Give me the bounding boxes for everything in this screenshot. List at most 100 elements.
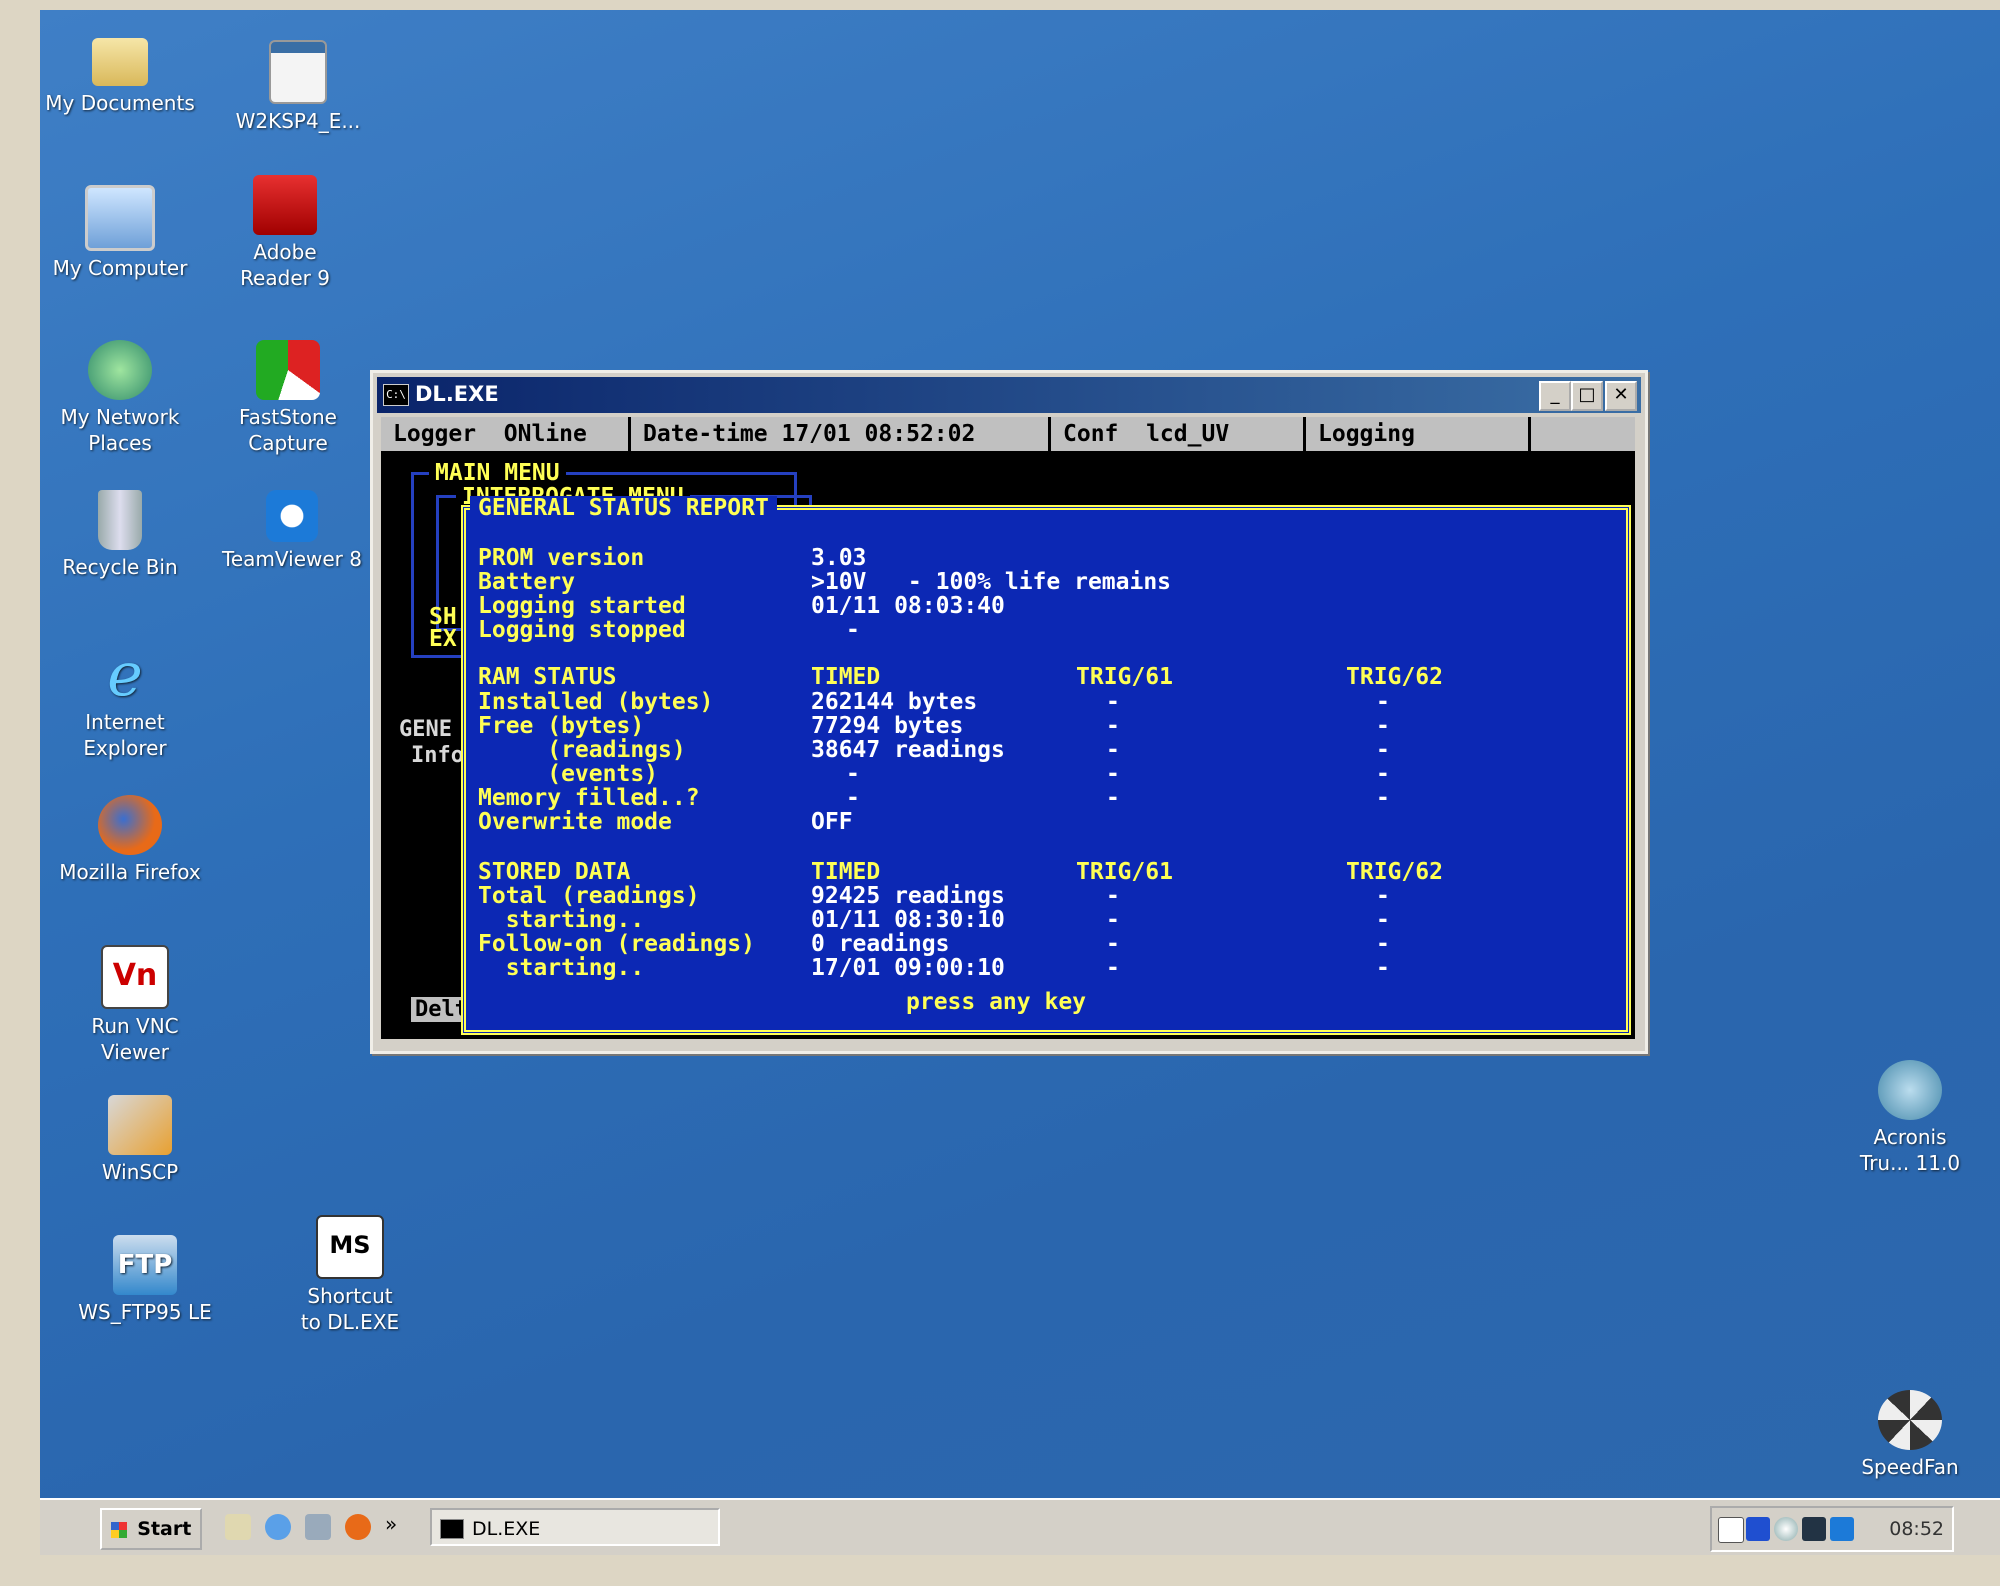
maximize-button[interactable]: □ (1571, 381, 1603, 411)
desktop-icon-winscp[interactable]: WinSCP (60, 1095, 220, 1185)
taskbar-button-dl-exe[interactable]: DL.EXE (430, 1508, 720, 1546)
ie-quicklaunch-icon[interactable] (265, 1514, 291, 1540)
stored-row-trig62: - (1376, 883, 1390, 909)
ram-row-label: (events) (478, 761, 659, 787)
desktop-icon-acronis[interactable]: Acronis Tru... 11.0 (1830, 1060, 1990, 1176)
firefox-quicklaunch-icon[interactable] (345, 1514, 371, 1540)
desktop-icon-my-network-places[interactable]: My Network Places (40, 340, 200, 456)
window-titlebar[interactable]: C:\ DL.EXE _ □ ✕ (377, 377, 1641, 413)
conf-status: Conf lcd_UV (1051, 417, 1306, 451)
desktop-icon-internet-explorer[interactable]: e Internet Explorer (45, 645, 205, 761)
show-desktop-icon[interactable] (225, 1514, 251, 1540)
explorer-quicklaunch-icon[interactable] (305, 1514, 331, 1540)
monitor-bezel: My Documents My Computer My Network Plac… (0, 0, 2000, 1586)
desktop-icon-label: WinSCP (101, 1160, 179, 1184)
ram-status-heading: RAM STATUS (478, 664, 617, 690)
general-status-report: GENERAL STATUS REPORT PROM version 3.03 … (461, 496, 1631, 1035)
desktop-icon-label: WS_FTP95 LE (78, 1300, 212, 1324)
ram-row-trig62: - (1376, 689, 1390, 715)
window-icon (269, 40, 327, 104)
network-tray-icon[interactable] (1746, 1517, 1770, 1541)
window-title: DL.EXE (415, 382, 499, 406)
battery-value: >10V - 100% life remains (811, 569, 1172, 595)
stored-row-trig61: - (1106, 907, 1120, 933)
teamviewer-tray-icon[interactable] (1830, 1517, 1854, 1541)
ram-row-trig62: - (1376, 761, 1390, 787)
desktop-icon-ws-ftp95[interactable]: FTP WS_FTP95 LE (65, 1235, 225, 1325)
vnc-tray-icon[interactable] (1718, 1517, 1744, 1543)
stored-col-trig62: TRIG/62 (1346, 859, 1443, 885)
desktop-icon-label: Run VNC Viewer (91, 1014, 179, 1064)
ram-col-timed: TIMED (811, 664, 881, 690)
status-bar: Logger ONline Date-time 17/01 08:52:02 C… (381, 417, 1635, 451)
desktop-icon-label: My Documents (45, 91, 195, 115)
quicklaunch-more-icon[interactable]: » (385, 1512, 397, 1536)
ram-row-label: Overwrite mode (478, 809, 672, 835)
menu-item-ex[interactable]: EX (429, 627, 457, 651)
desktop-icon-teamviewer[interactable]: TeamViewer 8 (212, 490, 372, 572)
desktop-icon-shortcut-dl-exe[interactable]: MS Shortcut to DL.EXE (270, 1215, 430, 1335)
general-label: GENE (399, 717, 452, 742)
desktop[interactable]: My Documents My Computer My Network Plac… (40, 10, 2000, 1555)
desktop-icon-label: Adobe Reader 9 (240, 240, 330, 290)
ram-row-timed: - (846, 761, 860, 787)
firefox-icon (98, 795, 162, 855)
acronis-icon (1878, 1060, 1942, 1120)
system-tray: 08:52 (1710, 1506, 1954, 1552)
console-area[interactable]: Logger ONline Date-time 17/01 08:52:02 C… (381, 417, 1635, 1039)
fan-icon (1878, 1390, 1942, 1450)
pen-tray-icon[interactable] (1802, 1517, 1826, 1541)
desktop-icon-w2ksp4[interactable]: W2KSP4_E... (218, 40, 378, 134)
desktop-icon-my-computer[interactable]: My Computer (40, 185, 200, 281)
stored-row-trig61: - (1106, 955, 1120, 981)
ms-dos-icon: MS (316, 1215, 384, 1279)
stored-row-trig62: - (1376, 955, 1390, 981)
ram-row-timed: OFF (811, 809, 853, 835)
desktop-icon-label: W2KSP4_E... (235, 109, 361, 133)
desktop-icon-label: Mozilla Firefox (59, 860, 201, 884)
windows-logo-icon (110, 1521, 127, 1538)
stored-row-timed: 01/11 08:30:10 (811, 907, 1005, 933)
desktop-icon-recycle-bin[interactable]: Recycle Bin (40, 490, 200, 580)
speaker-tray-icon[interactable] (1774, 1517, 1798, 1541)
stored-col-timed: TIMED (811, 859, 881, 885)
minimize-button[interactable]: _ (1539, 381, 1571, 411)
stored-row-trig61: - (1106, 883, 1120, 909)
stored-col-trig61: TRIG/61 (1076, 859, 1173, 885)
stored-row-timed: 17/01 09:00:10 (811, 955, 1005, 981)
desktop-icon-label: TeamViewer 8 (222, 547, 362, 571)
ram-col-trig61: TRIG/61 (1076, 664, 1173, 690)
start-button[interactable]: Start (100, 1508, 202, 1550)
ram-row-timed: 38647 readings (811, 737, 1005, 763)
stored-row-label: starting.. (478, 907, 645, 933)
stored-row-trig61: - (1106, 931, 1120, 957)
console-icon: C:\ (383, 384, 409, 406)
teamviewer-icon (266, 490, 318, 542)
ram-row-trig61: - (1106, 737, 1120, 763)
desktop-icon-mozilla-firefox[interactable]: Mozilla Firefox (50, 795, 210, 885)
close-button[interactable]: ✕ (1605, 381, 1637, 411)
stored-row-label: Follow-on (readings) (478, 931, 755, 957)
desktop-icon-label: My Computer (52, 256, 188, 280)
ram-row-trig62: - (1376, 713, 1390, 739)
press-any-key-prompt[interactable]: press any key (896, 990, 1097, 1014)
ram-row-timed: - (846, 785, 860, 811)
desktop-icon-adobe-reader[interactable]: Adobe Reader 9 (205, 175, 365, 291)
ram-col-trig62: TRIG/62 (1346, 664, 1443, 690)
ie-icon: e (107, 640, 143, 710)
desktop-icon-faststone-capture[interactable]: FastStone Capture (208, 340, 368, 456)
dl-exe-window[interactable]: C:\ DL.EXE _ □ ✕ Logger ONline Date-time… (370, 370, 1648, 1054)
clock[interactable]: 08:52 (1889, 1518, 1944, 1540)
stored-row-trig62: - (1376, 907, 1390, 933)
taskbar: Start » DL.EXE 08:52 (40, 1498, 2000, 1555)
logging-stopped-label: Logging stopped (478, 617, 686, 643)
desktop-icon-speedfan[interactable]: SpeedFan (1830, 1390, 1990, 1480)
logging-started-label: Logging started (478, 593, 686, 619)
ram-row-trig61: - (1106, 785, 1120, 811)
prom-version-label: PROM version (478, 545, 645, 571)
battery-label: Battery (478, 569, 575, 595)
desktop-icon-my-documents[interactable]: My Documents (40, 30, 200, 116)
start-label: Start (137, 1518, 192, 1540)
desktop-icon-run-vnc-viewer[interactable]: Vn Run VNC Viewer (55, 945, 215, 1065)
logger-status: Logger ONline (381, 417, 631, 451)
